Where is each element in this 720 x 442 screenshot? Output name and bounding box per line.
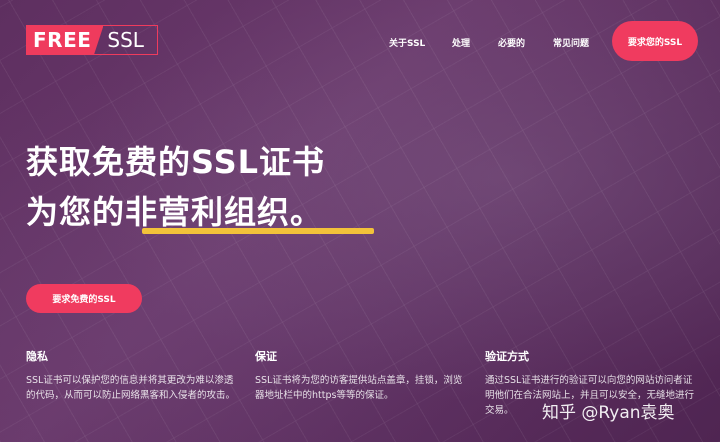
site-logo[interactable]: FREE SSL <box>26 25 158 55</box>
feature-description: SSL证书可以保护您的信息并将其更改为难以渗透的代码，从而可以防止网络黑客和入侵… <box>26 375 236 401</box>
feature-title: 验证方式 <box>485 350 529 363</box>
logo-ssl-text: SSL <box>107 28 144 52</box>
logo-free-text: FREE <box>27 26 104 54</box>
feature-description: SSL证书将为您的访客提供站点盖章，挂锁，浏览器地址栏中的https等等的保证。 <box>255 375 463 401</box>
watermark-text: 知乎 @Ryan袁奥 <box>542 403 675 423</box>
nav-link-required[interactable]: 必要的 <box>498 36 525 49</box>
hero-heading-line-1: 获取免费的SSL证书 <box>26 143 326 181</box>
site-header: FREE SSL 关于SSL 处理 必要的 常见问题 要求您的SSL <box>0 0 720 80</box>
nav-link-faq[interactable]: 常见问题 <box>553 36 589 49</box>
feature-assurance: 保证 SSL证书将为您的访客提供站点盖章，挂锁，浏览器地址栏中的https等等的… <box>255 348 470 403</box>
nav-link-process[interactable]: 处理 <box>452 36 470 49</box>
hero-heading: 获取免费的SSL证书 为您的非营利组织。 <box>26 137 325 237</box>
feature-title: 隐私 <box>26 350 48 363</box>
request-ssl-button[interactable]: 要求您的SSL <box>612 21 698 61</box>
feature-privacy: 隐私 SSL证书可以保护您的信息并将其更改为难以渗透的代码，从而可以防止网络黑客… <box>26 348 241 403</box>
heading-highlight-underline <box>142 228 374 234</box>
request-free-ssl-button[interactable]: 要求免费的SSL <box>26 284 142 313</box>
feature-title: 保证 <box>255 350 277 363</box>
nav-link-about-ssl[interactable]: 关于SSL <box>389 36 425 49</box>
